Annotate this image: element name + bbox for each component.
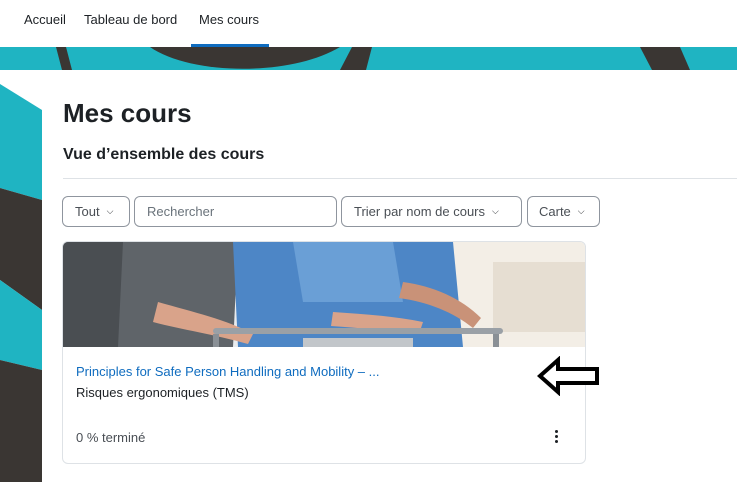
arrow-left-icon [537,356,599,396]
left-decoration [0,70,42,482]
grouping-label: Tout [75,204,100,219]
divider [63,178,737,179]
nav-dashboard[interactable]: Tableau de bord [84,12,177,27]
course-category: Risques ergonomiques (TMS) [76,385,249,400]
nav-active-indicator [191,44,269,47]
view-mode-dropdown[interactable]: Carte ⌵ [527,196,600,227]
nav-my-courses[interactable]: Mes cours [199,12,259,27]
course-card: Principles for Safe Person Handling and … [62,241,586,464]
nav-home[interactable]: Accueil [24,12,66,27]
chevron-down-icon: ⌵ [106,206,114,216]
chevron-down-icon: ⌵ [577,206,585,216]
sort-dropdown[interactable]: Trier par nom de cours ⌵ [341,196,522,227]
section-heading: Vue d’ensemble des cours [63,146,265,163]
course-name-link[interactable]: Principles for Safe Person Handling and … [76,364,380,379]
header-banner-decoration [0,47,737,70]
search-placeholder: Rechercher [147,204,215,219]
view-label: Carte [539,204,571,219]
course-progress: 0 % terminé [76,430,146,445]
main-content: Mes cours Vue d’ensemble des cours Tout … [42,70,737,482]
grouping-dropdown[interactable]: Tout ⌵ [62,196,130,227]
sort-label: Trier par nom de cours [354,204,486,219]
search-input[interactable]: Rechercher [134,196,337,227]
page-title: Mes cours [63,98,192,128]
course-image[interactable] [63,242,585,347]
primary-navigation: Accueil Tableau de bord Mes cours [0,0,737,47]
chevron-down-icon: ⌵ [492,206,499,216]
course-actions-menu-icon[interactable] [549,426,563,446]
